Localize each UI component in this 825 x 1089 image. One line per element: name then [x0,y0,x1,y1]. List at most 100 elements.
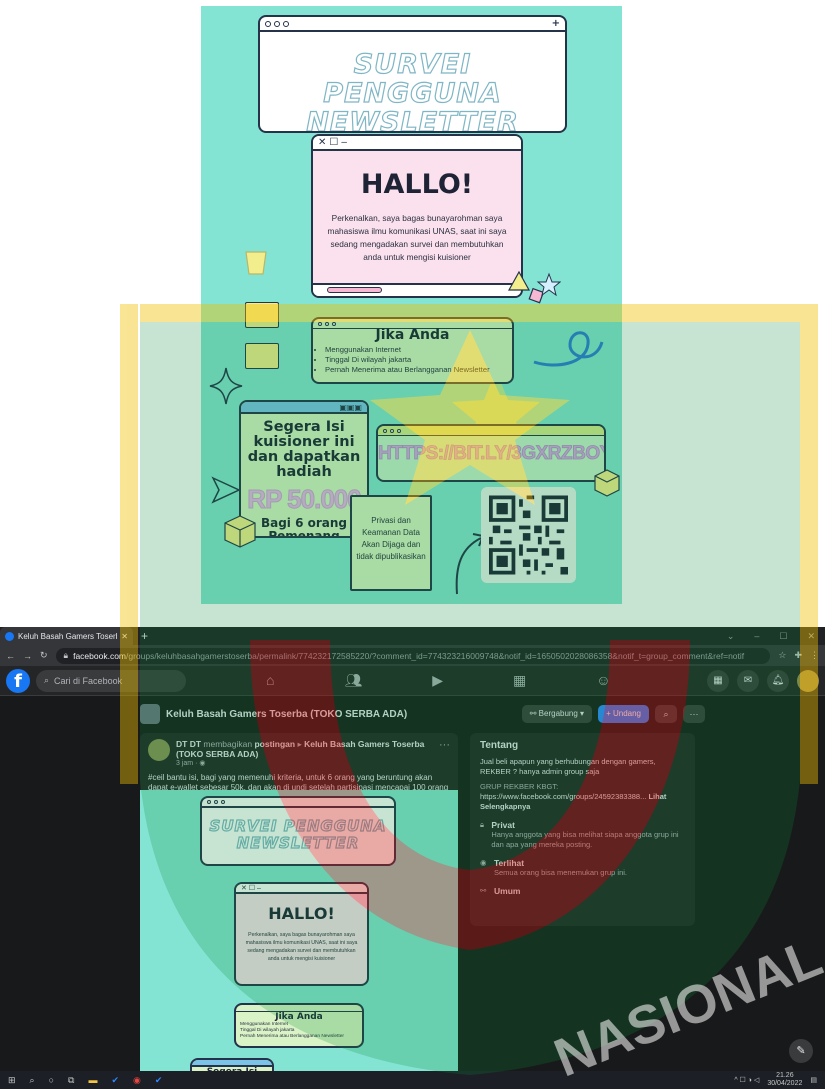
post-author[interactable]: DT DT [176,739,201,749]
menu-grid-icon[interactable]: ▦ [707,669,729,692]
tab-title: Keluh Basah Gamers Toserba (TO [18,631,117,641]
close-icon[interactable]: ✕ [807,631,815,642]
post-image[interactable]: SURVEI PENGGUNA NEWSLETTER ✕ ☐ – HALLO! … [140,790,458,1089]
maximize-icon[interactable]: ☐ [779,631,787,642]
system-tray: ^ ☐ ◑ ◁ 21.26 30/04/2022 ▤ [734,1072,817,1088]
app-icon[interactable]: ✔ [111,1075,119,1086]
new-tab-icon[interactable]: + [141,629,148,643]
edit-icon[interactable]: ✎ [789,1039,813,1063]
facebook-search-input[interactable]: ⌕ Cari di Facebook [36,669,186,692]
criteria-item: Tinggal Di wilayah jakarta [325,355,512,365]
friends-icon[interactable]: 👥︎ [344,672,362,689]
people-icon: ⚯ [480,886,487,895]
browser-tab[interactable]: Keluh Basah Gamers Toserba (TO ✕ [0,627,133,645]
people-icon: ⚯ [529,709,539,718]
window-titlebar [378,426,604,436]
back-icon[interactable]: ← [6,651,15,661]
group-name[interactable]: Keluh Basah Gamers Toserba (TOKO SERBA A… [166,709,407,720]
windows-start-icon[interactable]: ⊞ [8,1075,16,1086]
criteria-title: Jika Anda [375,327,450,343]
app-icon[interactable]: ✔ [155,1075,163,1086]
group-post: DT DT membagikan postingan ▸ Keluh Basah… [140,733,458,1089]
star-icon[interactable]: ☆ [778,650,786,661]
tray-icons[interactable]: ^ ☐ ◑ ◁ [734,1076,759,1084]
recycle-bin-icon [245,251,267,275]
cortana-icon[interactable]: ○ [49,1075,54,1085]
avatar[interactable] [148,739,170,761]
hallo-title: HALLO! [268,904,335,923]
groups-icon[interactable]: ☺ [596,672,610,689]
group-header: Keluh Basah Gamers Toserba (TOKO SERBA A… [140,701,705,727]
forward-icon[interactable]: → [23,651,32,661]
notification-icon[interactable]: ▤ [810,1076,817,1084]
chrome-icon[interactable]: ◉ [133,1075,141,1086]
address-path: /groups/keluhbasahgamerstoserba/permalin… [126,650,745,661]
close-tab-icon[interactable]: ✕ [121,632,128,641]
chevron-down-icon[interactable]: ⌄ [727,631,735,642]
marketplace-icon[interactable]: ▦ [513,672,526,689]
tray-time[interactable]: 21.26 [767,1072,802,1080]
criteria-item: Pernah Menerima atau Berlangganan Newsle… [240,1034,344,1039]
menu-icon[interactable]: ⋮ [810,650,819,661]
about-general: ⚯ Umum [480,886,521,896]
home-icon[interactable]: ⌂ [266,672,274,689]
more-icon[interactable]: ··· [439,739,450,767]
account-controls: ▦ ✉ 🔔︎ [707,669,819,692]
privacy-note: Privasi dan Keamanan Data Akan Dijaga da… [350,495,432,591]
post-time[interactable]: 3 jam · ◉ [176,759,433,767]
messenger-icon[interactable]: ✉ [737,669,759,692]
reward-title: Segera Isi kuisioner ini dan dapatkan ha… [247,419,361,480]
window-titlebar: ▣▣▣ [241,402,367,414]
lock-icon: 🔒︎ [63,650,69,660]
avatar[interactable] [797,669,819,692]
hallo-window: ✕ ☐ – HALLO! Perkenalkan, saya bagas bun… [311,134,523,298]
maximize-icon: ☐ [329,137,339,148]
criteria-window: Jika Anda Menggunakan Internet Tinggal D… [311,317,514,384]
survey-title-window: + SURVEI PENGGUNA NEWSLETTER [258,15,567,133]
search-icon[interactable]: ⌕ [30,1075,35,1086]
criteria-item: Menggunakan Internet [325,345,512,355]
left-sidebar [0,696,132,1051]
form-link[interactable]: HTTPS://BIT.LY/3GXRZBOY [378,443,604,465]
survey-poster: + SURVEI PENGGUNA NEWSLETTER ✕ ☐ – HALLO… [201,6,622,604]
task-view-icon[interactable]: ⧉ [68,1075,74,1086]
notifications-icon[interactable]: 🔔︎ [767,669,789,692]
link-window: HTTPS://BIT.LY/3GXRZBOY [376,424,606,482]
reload-icon[interactable]: ↻ [40,650,48,661]
hallo-body: Perkenalkan, saya bagas bunayarohman say… [245,932,358,962]
hallo-window: ✕ ☐ – HALLO! Perkenalkan, saya bagas bun… [234,882,369,986]
post-action-object[interactable]: postingan [254,739,295,749]
invite-button[interactable]: + Undang [598,705,649,723]
address-bar[interactable]: 🔒︎ facebook.com /groups/keluhbasahgamers… [55,647,771,664]
close-icon: ✕ [318,137,327,148]
survey-title-window: SURVEI PENGGUNA NEWSLETTER [200,796,396,866]
minimize-icon[interactable]: – [754,631,759,642]
join-button[interactable]: ⚯ Bergabung ▾ [521,705,593,723]
criteria-window: Jika Anda Menggunakan Internet Tinggal D… [234,1003,364,1048]
about-private: 🔒︎ Privat Hanya anggota yang bisa melihat… [480,820,679,849]
search-placeholder: Cari di Facebook [54,675,123,686]
about-rekber: GRUP REKBER KBGT: [480,782,559,791]
post-author-line: DT DT membagikan postingan ▸ Keluh Basah… [176,739,425,759]
more-icon[interactable]: ··· [683,705,705,723]
search-icon: ⌕ [44,675,50,685]
window-titlebar: + [260,17,565,32]
about-description: Jual beli apapun yang berhubungan dengan… [480,757,656,776]
facebook-logo-icon[interactable]: f [6,668,30,693]
cursor-arrow-icon [211,476,241,504]
cube-icon [224,515,256,548]
group-avatar[interactable] [140,704,160,724]
extension-icon[interactable]: ✚ [794,650,802,661]
winner-count: Bagi 6 orang Pemenang [260,516,348,538]
facebook-browser-window: Keluh Basah Gamers Toserba (TO ✕ + ⌄ – ☐… [0,627,825,1089]
file-explorer-icon[interactable]: ▬ [88,1075,97,1085]
search-icon[interactable]: ⌕ [655,705,677,723]
about-visible: ◉ Terlihat Semua orang bisa menemukan gru… [480,858,627,877]
watch-icon[interactable]: ▶ [432,672,443,689]
qr-code[interactable] [481,487,576,583]
plus-icon: + [551,18,560,29]
about-card: Tentang Jual beli apapun yang berhubunga… [470,733,695,926]
tray-date[interactable]: 30/04/2022 [767,1080,802,1088]
browser-toolbar: ← → ↻ 🔒︎ facebook.com /groups/keluhbasah… [0,645,825,666]
hallo-body: Perkenalkan, saya bagas bunayarohman say… [327,213,507,262]
